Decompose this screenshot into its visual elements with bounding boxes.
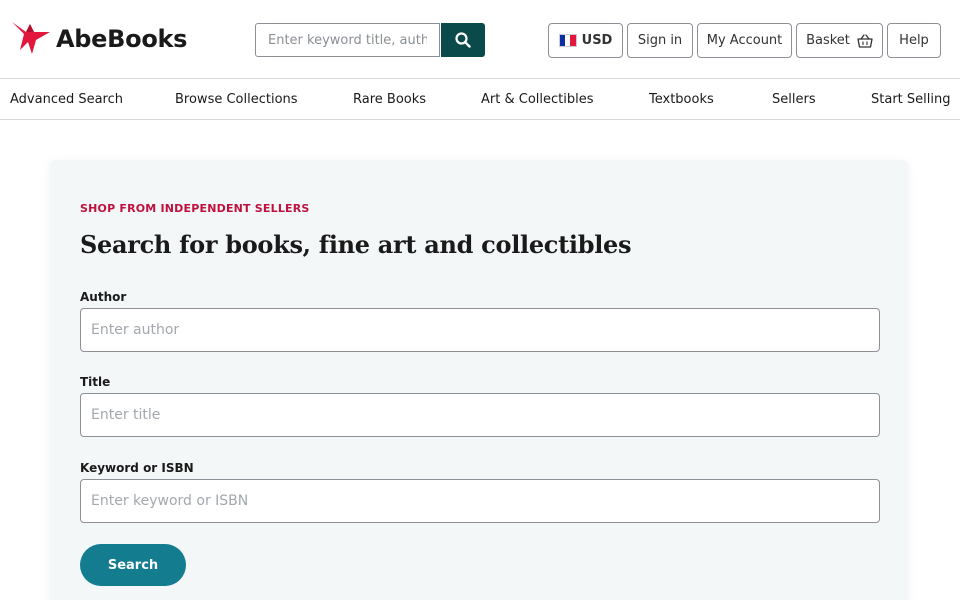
page-title: Search for books, fine art and collectib… (80, 230, 632, 259)
logo-bird-icon (12, 22, 50, 54)
basket-label: Basket (806, 33, 850, 48)
basket-button[interactable]: Basket (796, 23, 883, 58)
my-account-button[interactable]: My Account (697, 23, 792, 58)
nav-item-advanced-search[interactable]: Advanced Search (10, 92, 123, 107)
france-flag-icon (558, 34, 577, 47)
title-label: Title (80, 375, 111, 389)
basket-icon (857, 33, 873, 48)
section-eyebrow: SHOP FROM INDEPENDENT SELLERS (80, 202, 310, 215)
nav-item-textbooks[interactable]: Textbooks (649, 92, 714, 107)
search-submit-button[interactable]: Search (80, 544, 186, 586)
keyword-isbn-input[interactable] (80, 479, 880, 523)
currency-label: USD (581, 33, 613, 48)
logo-text: AbeBooks (56, 25, 188, 53)
site-header: AbeBooks USD Sign in My Account Basket H… (0, 0, 960, 79)
search-icon (455, 32, 471, 48)
header-search-button[interactable] (441, 23, 485, 57)
author-input[interactable] (80, 308, 880, 352)
title-input[interactable] (80, 393, 880, 437)
currency-button[interactable]: USD (548, 23, 623, 58)
author-label: Author (80, 290, 127, 304)
nav-item-sellers[interactable]: Sellers (772, 92, 816, 107)
abebooks-logo[interactable]: AbeBooks (10, 20, 187, 58)
nav-item-rare-books[interactable]: Rare Books (353, 92, 426, 107)
nav-item-art-collectibles[interactable]: Art & Collectibles (481, 92, 593, 107)
sign-in-button[interactable]: Sign in (627, 23, 693, 58)
nav-item-browse-collections[interactable]: Browse Collections (175, 92, 298, 107)
search-card: SHOP FROM INDEPENDENT SELLERS Search for… (50, 160, 908, 600)
main-nav: Advanced Search Browse Collections Rare … (0, 79, 960, 120)
header-search-input[interactable] (255, 23, 440, 57)
nav-item-start-selling[interactable]: Start Selling (871, 92, 950, 107)
keyword-isbn-label: Keyword or ISBN (80, 461, 194, 475)
help-button[interactable]: Help (887, 23, 941, 58)
